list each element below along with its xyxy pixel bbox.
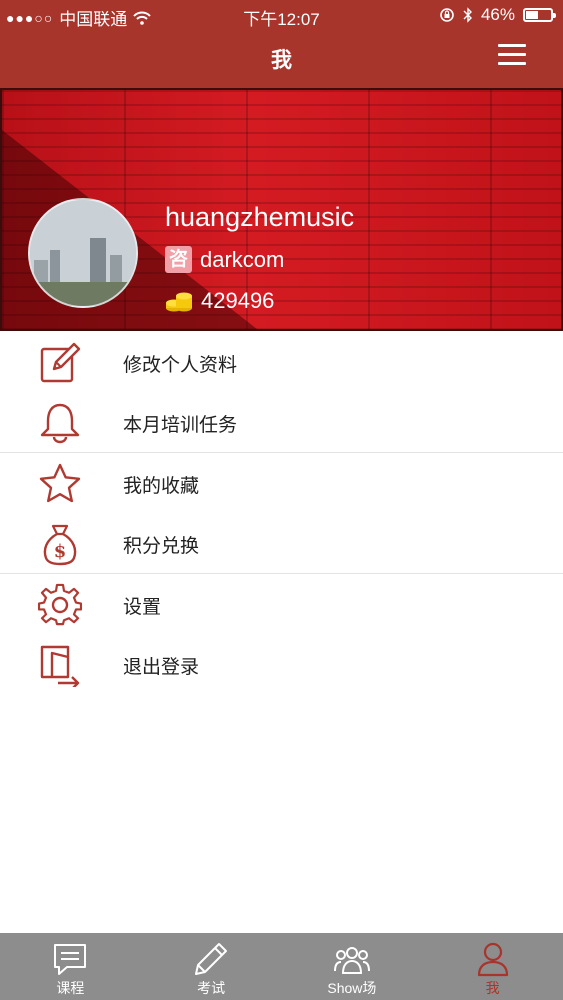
menu-item-label: 积分兑换: [123, 536, 200, 557]
edit-icon: [40, 342, 81, 383]
tab-bar: 课程 考试 Show场 我: [0, 933, 563, 1000]
coins-icon: [166, 292, 192, 312]
hamburger-menu-icon[interactable]: [498, 44, 526, 68]
menu-item-settings[interactable]: 设置: [0, 574, 563, 634]
menu-item-label: 退出登录: [123, 657, 200, 678]
group-name: darkcom: [200, 246, 285, 272]
tab-courses[interactable]: 课程: [0, 933, 141, 1000]
points-row: 429496: [165, 288, 274, 314]
menu-item-logout[interactable]: 退出登录: [0, 634, 563, 694]
menu-item-favorites[interactable]: 我的收藏: [0, 453, 563, 513]
gear-icon: [38, 583, 82, 626]
tab-exams[interactable]: 考试: [141, 933, 282, 1000]
profile-banner: huangzhemusic 咨 darkcom 429496: [0, 88, 563, 331]
status-right: 46%: [439, 5, 556, 25]
menu-item-label: 修改个人资料: [123, 355, 238, 376]
rotation-lock-icon: [440, 8, 454, 22]
battery-percent: 46%: [480, 5, 515, 24]
points-value: 429496: [201, 288, 275, 313]
person-icon: [477, 942, 508, 977]
avatar-image: [30, 200, 136, 306]
page-title: 我: [271, 49, 292, 72]
bluetooth-icon: [463, 7, 472, 23]
tab-label: 我: [485, 980, 500, 996]
battery-icon: [523, 8, 556, 22]
bell-icon: [40, 403, 80, 444]
pencil-icon: [195, 943, 228, 975]
logout-icon: [40, 645, 80, 687]
header: ●●●○○ 中国联通 下午12:07 46% 我: [0, 0, 563, 88]
message-icon: [54, 944, 87, 975]
menu-list: 修改个人资料 本月培训任务 我的收藏 $ 积分兑换 设置 退出登录: [0, 332, 563, 694]
menu-item-label: 设置: [123, 597, 162, 618]
tab-label: 考试: [197, 980, 226, 996]
tab-label: 课程: [56, 980, 85, 996]
tab-label: Show场: [327, 980, 377, 996]
menu-item-monthly-training[interactable]: 本月培训任务: [0, 392, 563, 452]
menu-item-edit-profile[interactable]: 修改个人资料: [0, 332, 563, 392]
avatar[interactable]: [28, 198, 138, 308]
money-bag-icon: $: [43, 524, 77, 566]
username: huangzhemusic: [165, 202, 355, 232]
group-icon: [333, 947, 370, 974]
menu-item-points-exchange[interactable]: $ 积分兑换: [0, 513, 563, 573]
status-bar: ●●●○○ 中国联通 下午12:07 46%: [0, 0, 563, 30]
tab-show[interactable]: Show场: [282, 933, 423, 1000]
star-icon: [39, 463, 81, 503]
battery-fill: [526, 11, 538, 19]
svg-text:$: $: [54, 541, 67, 562]
group-row: 咨 darkcom: [165, 246, 284, 273]
group-badge: 咨: [165, 246, 192, 273]
tab-me[interactable]: 我: [422, 933, 563, 1000]
menu-item-label: 本月培训任务: [123, 415, 238, 436]
navigation-bar: 我: [0, 30, 563, 88]
menu-item-label: 我的收藏: [123, 476, 200, 497]
